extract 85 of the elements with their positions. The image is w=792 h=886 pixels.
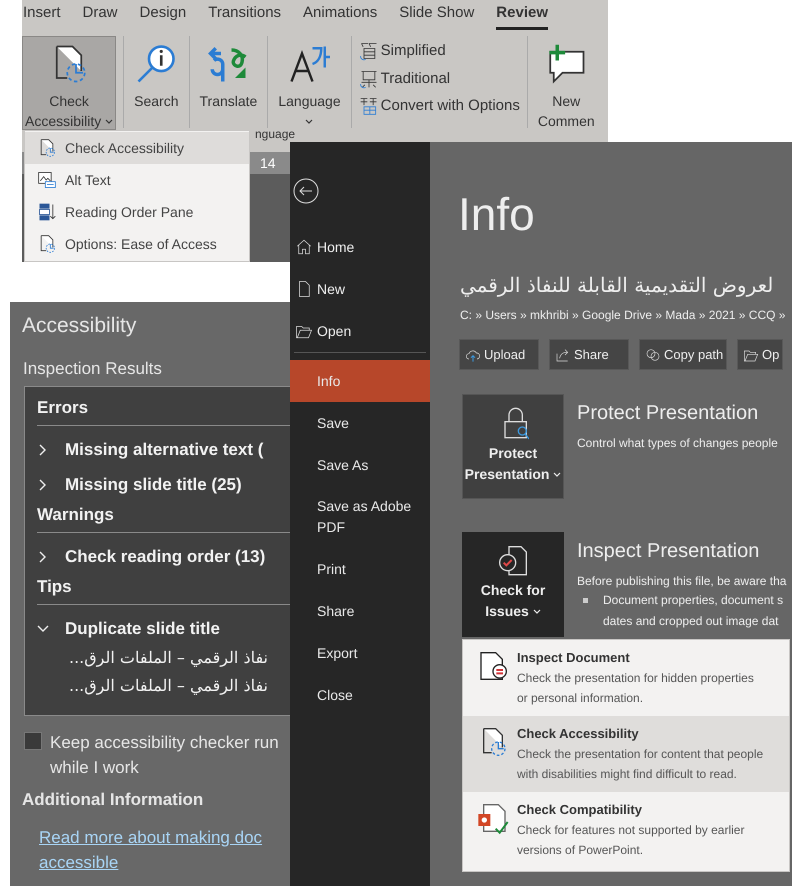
slide-entry[interactable]: نفاذ الرقمي – الملفات الرق... — [69, 646, 268, 674]
ribbon-tab[interactable]: Insert — [23, 2, 61, 30]
menu-item-title: Check Compatibility — [517, 801, 643, 819]
result-item[interactable]: Missing slide title (25) — [37, 467, 242, 502]
nav-item[interactable]: Open — [290, 310, 430, 352]
action-button[interactable]: Copy path — [639, 339, 727, 370]
caret-icon — [532, 609, 541, 616]
page-title: Info — [458, 187, 535, 242]
image-text-icon — [37, 170, 57, 190]
caret-icon — [553, 472, 562, 478]
menu-item[interactable]: Options: Ease of Access — [25, 228, 249, 260]
nav-item[interactable]: Info — [290, 360, 430, 402]
ribbon-tab[interactable]: Review — [496, 2, 548, 30]
ribbon-button[interactable]: Simplified — [358, 40, 520, 62]
ribbon-button[interactable]: Traditional — [358, 68, 520, 90]
file-name: لعروض التقديمية القابلة للنفاذ الرقمي — [460, 272, 774, 299]
menu-item-description: Check the presentation for content that people with disabilities might find difficult to read. — [517, 746, 764, 782]
menu-item-description: Check the presentation for hidden properties or personal information. — [517, 670, 755, 706]
home-icon — [295, 238, 313, 256]
ribbon-button[interactable]: Search — [131, 36, 182, 130]
nav-item[interactable]: Save as Adobe PDF — [290, 486, 430, 548]
section-heading: Additional Information — [22, 789, 204, 811]
menu-item[interactable]: Check Compatibility Check for features not supported by earlier versions of PowerPoint. — [463, 792, 789, 868]
search-icon — [135, 43, 178, 85]
tile-button[interactable]: Check for Issues — [462, 532, 564, 637]
section-description: Control what types of changes people — [577, 435, 778, 452]
checkbox[interactable] — [24, 732, 42, 750]
result-item[interactable]: Missing alternative text ( — [37, 432, 264, 467]
nav-item[interactable]: Export — [290, 632, 430, 674]
menu-item[interactable]: Inspect Document Check the presentation for hidden properties or personal information. — [463, 640, 789, 716]
ribbon-tab[interactable]: Slide Show — [399, 2, 474, 30]
menu-item[interactable]: Check Accessibility — [25, 132, 249, 164]
action-button[interactable]: Op — [737, 339, 783, 370]
back-icon[interactable] — [293, 178, 319, 204]
ribbon-button[interactable]: Language — [275, 36, 344, 130]
action-button[interactable]: Upload — [459, 339, 539, 370]
menu-item-title: Inspect Document — [517, 649, 631, 667]
nav-item[interactable]: Home — [290, 226, 430, 268]
action-button[interactable]: Share — [549, 339, 629, 370]
menu-item[interactable]: Check Accessibility Check the presentation for content that people with disabilities might find difficult to read. — [463, 716, 789, 792]
section-title: Inspection Results — [23, 358, 162, 380]
ribbon-button[interactable]: Check Accessibility — [22, 36, 116, 130]
menu-item[interactable]: Alt Text — [25, 164, 249, 196]
menu-item-title: Check Accessibility — [517, 725, 640, 743]
list-order-icon — [37, 202, 57, 222]
bullet-icon — [583, 598, 588, 603]
group-label: nguage — [255, 128, 296, 141]
nav-item[interactable]: Save As — [290, 444, 430, 486]
ribbon-button[interactable]: Translate — [196, 36, 260, 130]
tile-button[interactable]: Protect Presentation — [462, 394, 564, 499]
character-icon — [358, 68, 379, 89]
chevron-icon[interactable] — [37, 622, 49, 634]
group-heading: Warnings — [37, 504, 114, 526]
result-item[interactable]: Check reading order (13) — [37, 539, 266, 574]
group-heading: Tips — [37, 576, 72, 598]
character-icon — [358, 41, 379, 62]
caret-icon — [105, 119, 114, 126]
ribbon-tab[interactable]: Animations — [303, 2, 378, 30]
slide-entry[interactable]: نفاذ الرقمي – الملفات الرق... — [69, 674, 268, 702]
ribbon-button[interactable]: New Commen — [534, 36, 598, 130]
ribbon-tab[interactable]: Transitions — [208, 2, 282, 30]
nav-item[interactable]: Print — [290, 548, 430, 590]
menu-item[interactable]: Reading Order Pane — [25, 196, 249, 228]
nav-item[interactable]: Close — [290, 674, 430, 716]
nav-item[interactable]: Save — [290, 402, 430, 444]
section-heading: Inspect Presentation — [577, 539, 760, 564]
ribbon-tab[interactable]: Draw — [82, 2, 118, 30]
pane-title: Accessibility — [22, 313, 136, 339]
section-description: Before publishing this file, be aware tha — [577, 573, 786, 590]
bullet-text: Document properties, document s dates and cropped out image dat — [603, 592, 784, 630]
group-heading: Errors — [37, 397, 88, 419]
ribbon-tab[interactable]: Design — [140, 2, 186, 30]
section-heading: Protect Presentation — [577, 401, 758, 426]
ribbon-button[interactable]: Convert with Options — [358, 95, 520, 118]
link-circles-icon — [645, 346, 661, 362]
nav-item[interactable]: Share — [290, 590, 430, 632]
share-icon — [555, 346, 571, 362]
help-link[interactable]: Read more about making doc accessible — [39, 825, 262, 875]
result-item[interactable]: Duplicate slide title — [37, 611, 220, 646]
character-icon — [358, 96, 379, 116]
nav-item[interactable]: New — [290, 268, 430, 310]
caret-icon — [305, 119, 314, 126]
file-path: C: » Users » mkhribi » Google Drive » Mada » 2021 » CCQ » — [460, 307, 786, 324]
checkbox-label: Keep accessibility checker run while I work — [50, 732, 279, 779]
menu-item-description: Check for features not supported by earlier versions of PowerPoint. — [517, 822, 746, 858]
